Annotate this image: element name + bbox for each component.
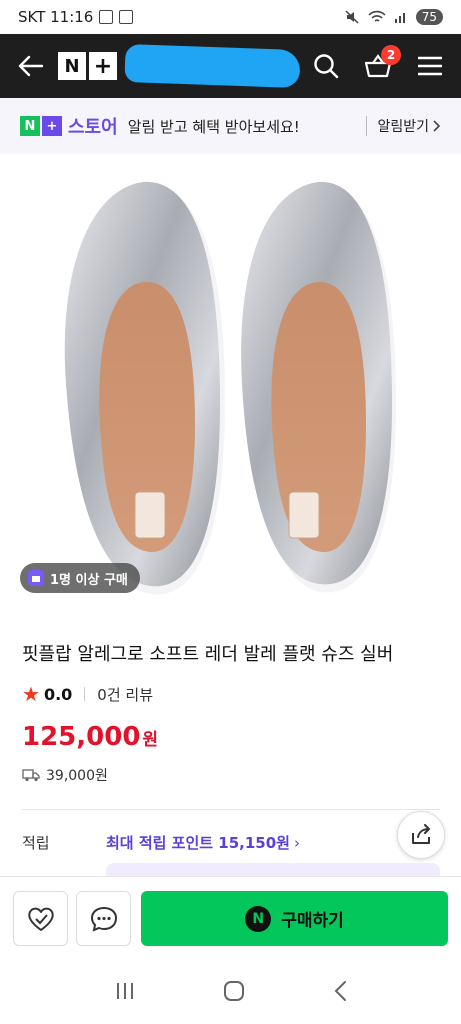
store-logo: N + (20, 116, 62, 136)
star-icon: ★ (22, 682, 40, 706)
chevron-left-icon (334, 981, 347, 1001)
status-bar: SKT 11:16 75 (0, 0, 461, 34)
alert-subscribe-label: 알림받기 (377, 119, 429, 135)
arrow-left-icon (18, 55, 44, 77)
buyers-badge-label: 1명 이상 구매 (50, 572, 128, 588)
recent-apps-button[interactable] (114, 981, 136, 1005)
points-row: 적립 최대 적립 포인트 15,150원 › (22, 832, 300, 853)
search-button[interactable] (311, 51, 341, 81)
redacted-store-name (124, 43, 301, 89)
back-button[interactable] (16, 51, 46, 81)
heart-check-icon (27, 907, 54, 931)
delivery-truck-icon (22, 769, 40, 782)
status-left: SKT 11:16 (18, 8, 134, 26)
price: 125,000 원 (22, 722, 158, 752)
battery-indicator: 75 (415, 9, 443, 25)
top-navigation: N + 2 (0, 34, 461, 98)
chat-bubble-icon (90, 906, 117, 932)
nav-actions: 2 (311, 45, 445, 81)
points-label: 적립 (22, 834, 50, 852)
home-icon (224, 981, 245, 1001)
silver-flat-shoes-image (64, 181, 396, 595)
purchase-action-bar: N 구매하기 (0, 876, 461, 960)
search-icon (314, 54, 339, 79)
wifi-icon (368, 10, 386, 22)
share-button[interactable] (397, 811, 445, 859)
buy-now-label: 구매하기 (281, 911, 344, 931)
npay-icon: N (245, 905, 272, 932)
rating-divider (84, 687, 86, 701)
n-store-logo-icon: N (20, 116, 40, 136)
notification-icon (119, 10, 134, 24)
system-back-button[interactable] (333, 980, 347, 1006)
points-value-link[interactable]: 최대 적립 포인트 15,150원 (106, 832, 290, 853)
cart-button[interactable]: 2 (363, 45, 401, 81)
chevron-right-icon (433, 120, 441, 132)
signal-icon (394, 13, 405, 23)
buy-now-button[interactable]: N 구매하기 (141, 891, 448, 946)
shipping-fee-row: 39,000원 (22, 765, 108, 785)
buyers-badge: 1명 이상 구매 (20, 563, 140, 593)
alert-subscribe-button[interactable]: 알림받기 (366, 116, 441, 136)
carrier-time: SKT 11:16 (18, 8, 94, 26)
hamburger-menu-icon (418, 56, 442, 76)
mute-icon (345, 10, 359, 24)
home-button[interactable] (223, 980, 245, 1006)
chevron-right-icon: › (293, 833, 300, 852)
wishlist-button[interactable] (13, 891, 68, 946)
rating-score: 0.0 (43, 684, 73, 704)
store-message: 알림 받고 혜택 받아보세요! (127, 117, 300, 136)
section-divider (22, 809, 440, 810)
system-navigation-bar (0, 962, 461, 1024)
cart-count-badge: 2 (381, 45, 401, 65)
menu-button[interactable] (415, 51, 445, 81)
shipping-fee: 39,000원 (46, 768, 108, 784)
calendar-icon (99, 10, 114, 24)
share-icon (412, 824, 430, 844)
n-logo-icon: N (58, 52, 86, 80)
rating-row[interactable]: ★ 0.0 0건 리뷰 (22, 682, 153, 706)
chat-inquiry-button[interactable] (76, 891, 131, 946)
plus-logo-icon: + (89, 52, 117, 80)
recent-apps-icon (116, 983, 133, 999)
price-amount: 125,000 (22, 722, 141, 752)
shopping-bag-icon (28, 570, 44, 586)
store-notification-banner[interactable]: N + 스토어 알림 받고 혜택 받아보세요! 알림받기 (0, 98, 461, 154)
price-unit: 원 (142, 730, 159, 750)
product-title: 핏플랍 알레그로 소프트 레더 발레 플랫 슈즈 실버 (22, 644, 394, 665)
review-count[interactable]: 0건 리뷰 (97, 684, 153, 705)
store-name: 스토어 (68, 117, 118, 138)
naver-plus-logo[interactable]: N + (58, 51, 117, 81)
plus-store-logo-icon: + (42, 116, 62, 136)
product-image[interactable] (0, 154, 461, 609)
status-right: 75 (344, 9, 443, 25)
